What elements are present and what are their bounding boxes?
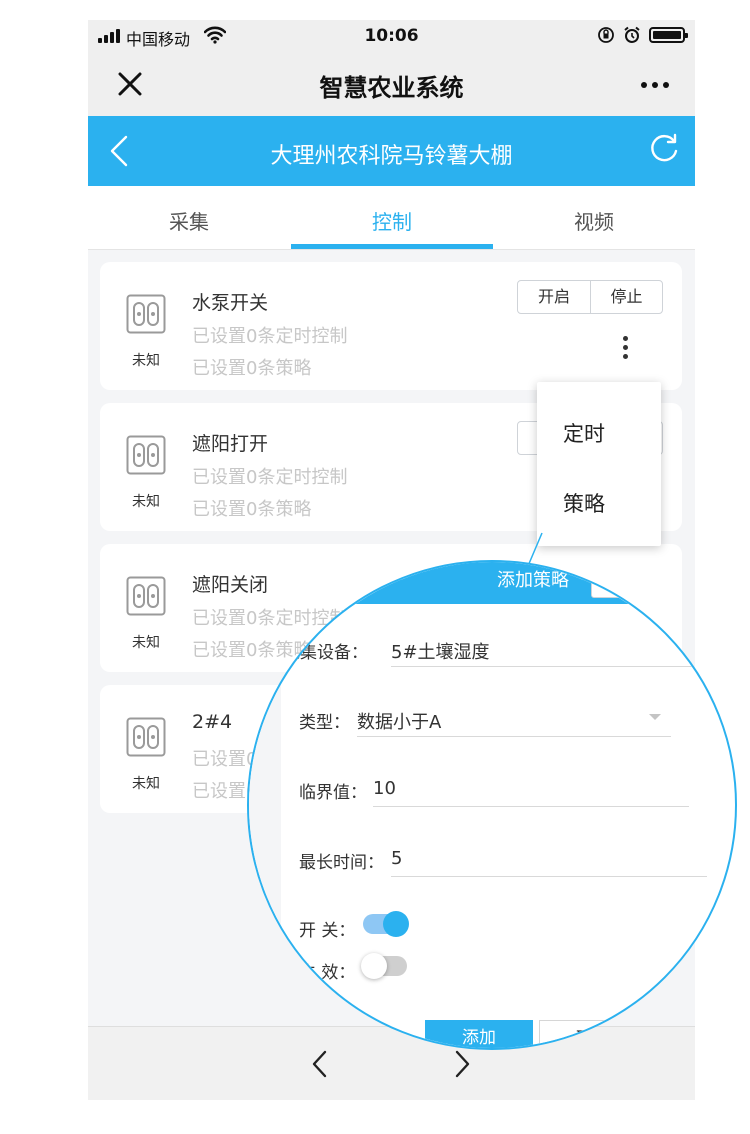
strategy-count-text: 已设置0条策略 — [192, 499, 312, 520]
threshold-label: 临界值： — [299, 783, 367, 803]
active-tab-indicator — [291, 244, 493, 249]
app-header: 大理州农科院马铃薯大棚 — [88, 116, 695, 186]
more-icon[interactable] — [641, 82, 669, 88]
tab-bar: 采集 控制 视频 — [88, 186, 695, 250]
threshold-underline — [373, 806, 689, 807]
socket-icon — [126, 717, 166, 757]
type-select[interactable]: 数据小于A — [357, 708, 441, 734]
timer-count-text: 已设置0条定时控制 — [192, 326, 348, 347]
wechat-title: 智慧农业系统 — [319, 74, 464, 102]
device-card: 未知 水泵开关 已设置0条定时控制 已设置0条策略 开启 停止 — [100, 262, 682, 390]
magnified-strategy-form: 添加策略 停止 采集设备： 5#土壤湿度 类型： 数据小于A 临界值： 10 最… — [247, 560, 737, 1050]
device-status: 未知 — [132, 494, 160, 510]
socket-icon — [126, 576, 166, 616]
device-value: 5#土壤湿度 — [391, 642, 490, 663]
cancel-button[interactable]: 取消 — [539, 1020, 647, 1048]
threshold-input[interactable]: 10 — [373, 778, 396, 799]
form-header-band: 添加策略 停止 — [249, 562, 735, 604]
page-title: 大理州农科院马铃薯大棚 — [270, 144, 513, 169]
device-underline — [391, 666, 711, 667]
device-status: 未知 — [132, 353, 160, 369]
type-underline — [357, 736, 671, 737]
stop-button[interactable]: 停止 — [591, 566, 665, 598]
max-time-input[interactable]: 5 — [391, 848, 402, 869]
chevron-left-icon[interactable] — [310, 1049, 330, 1079]
menu-item-timer[interactable]: 定时 — [563, 418, 605, 448]
device-label: 采集设备： — [283, 643, 368, 663]
switch-label: 开 关： — [299, 921, 356, 941]
open-button[interactable]: 开启 — [518, 281, 590, 313]
more-vertical-icon[interactable] — [622, 336, 630, 360]
type-label: 类型： — [299, 713, 350, 733]
add-button[interactable]: 添加 — [425, 1020, 533, 1048]
device-status: 未知 — [132, 776, 160, 792]
device-name: 遮阳打开 — [192, 433, 269, 455]
socket-icon — [126, 435, 166, 475]
timer-count-text: 已设置0条定时控制 — [192, 467, 348, 488]
tab-video[interactable]: 视频 — [493, 206, 695, 235]
effective-toggle[interactable] — [361, 953, 407, 979]
max-time-underline — [391, 876, 707, 877]
max-time-label: 最长时间： — [299, 853, 384, 873]
control-button-group: 开启 停止 — [517, 280, 663, 314]
status-right-icons — [597, 26, 688, 44]
refresh-icon[interactable] — [647, 132, 681, 166]
switch-toggle[interactable] — [363, 911, 409, 937]
stop-button[interactable]: 停止 — [590, 281, 662, 313]
device-name: 2#4 — [192, 711, 233, 733]
alarm-icon — [624, 26, 640, 43]
orientation-lock-icon — [598, 27, 614, 43]
chevron-down-icon[interactable] — [649, 714, 661, 720]
device-action-menu: 定时 策略 — [537, 382, 661, 546]
effective-label: 生 效： — [299, 963, 356, 983]
tab-collect[interactable]: 采集 — [88, 206, 290, 235]
battery-icon — [649, 27, 688, 43]
menu-item-strategy[interactable]: 策略 — [563, 488, 605, 518]
socket-icon — [126, 294, 166, 334]
device-status: 未知 — [132, 635, 160, 651]
strategy-count-text: 已设置0条策略 — [192, 358, 312, 379]
status-bar: 中国移动 10:06 — [88, 20, 695, 52]
tab-control[interactable]: 控制 — [291, 206, 493, 235]
device-name: 水泵开关 — [192, 292, 269, 314]
wechat-nav-bar: 智慧农业系统 — [88, 52, 695, 116]
form-left-edge — [249, 604, 281, 1048]
form-title: 添加策略 — [497, 570, 569, 591]
chevron-right-icon[interactable] — [452, 1049, 472, 1079]
